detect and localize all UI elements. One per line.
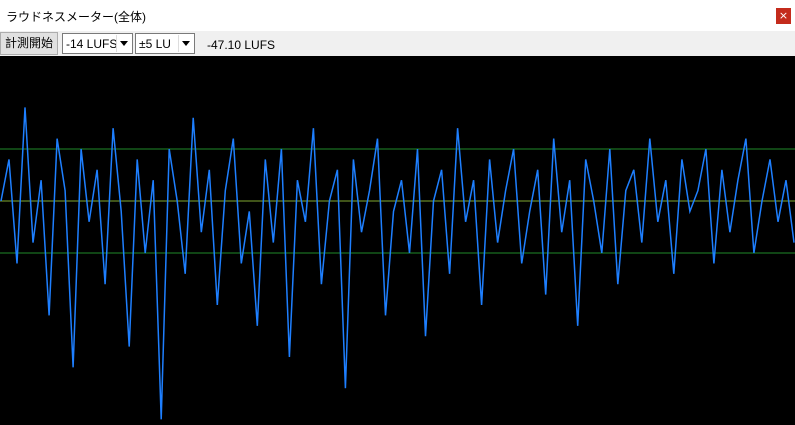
target-loudness-select[interactable]: -14 LUFS	[62, 33, 133, 54]
chevron-down-icon[interactable]	[178, 35, 193, 52]
close-icon: ×	[778, 9, 789, 22]
loudness-waveform	[0, 107, 795, 420]
loudness-graph	[0, 56, 795, 425]
start-measurement-button[interactable]: 計測開始	[0, 32, 58, 55]
target-loudness-value: -14 LUFS	[66, 37, 118, 51]
chevron-down-icon[interactable]	[116, 35, 131, 52]
loudness-readout: -47.10 LUFS	[207, 38, 276, 52]
window-title: ラウドネスメーター(全体)	[6, 10, 146, 24]
range-value: ±5 LU	[139, 37, 171, 51]
loudness-graph-canvas	[0, 107, 795, 420]
close-button[interactable]: ×	[776, 8, 791, 24]
title-bar: ラウドネスメーター(全体) ×	[0, 0, 795, 31]
toolbar: 計測開始 -14 LUFS ±5 LU -47.10 LUFS	[0, 31, 795, 56]
range-select[interactable]: ±5 LU	[135, 33, 195, 54]
